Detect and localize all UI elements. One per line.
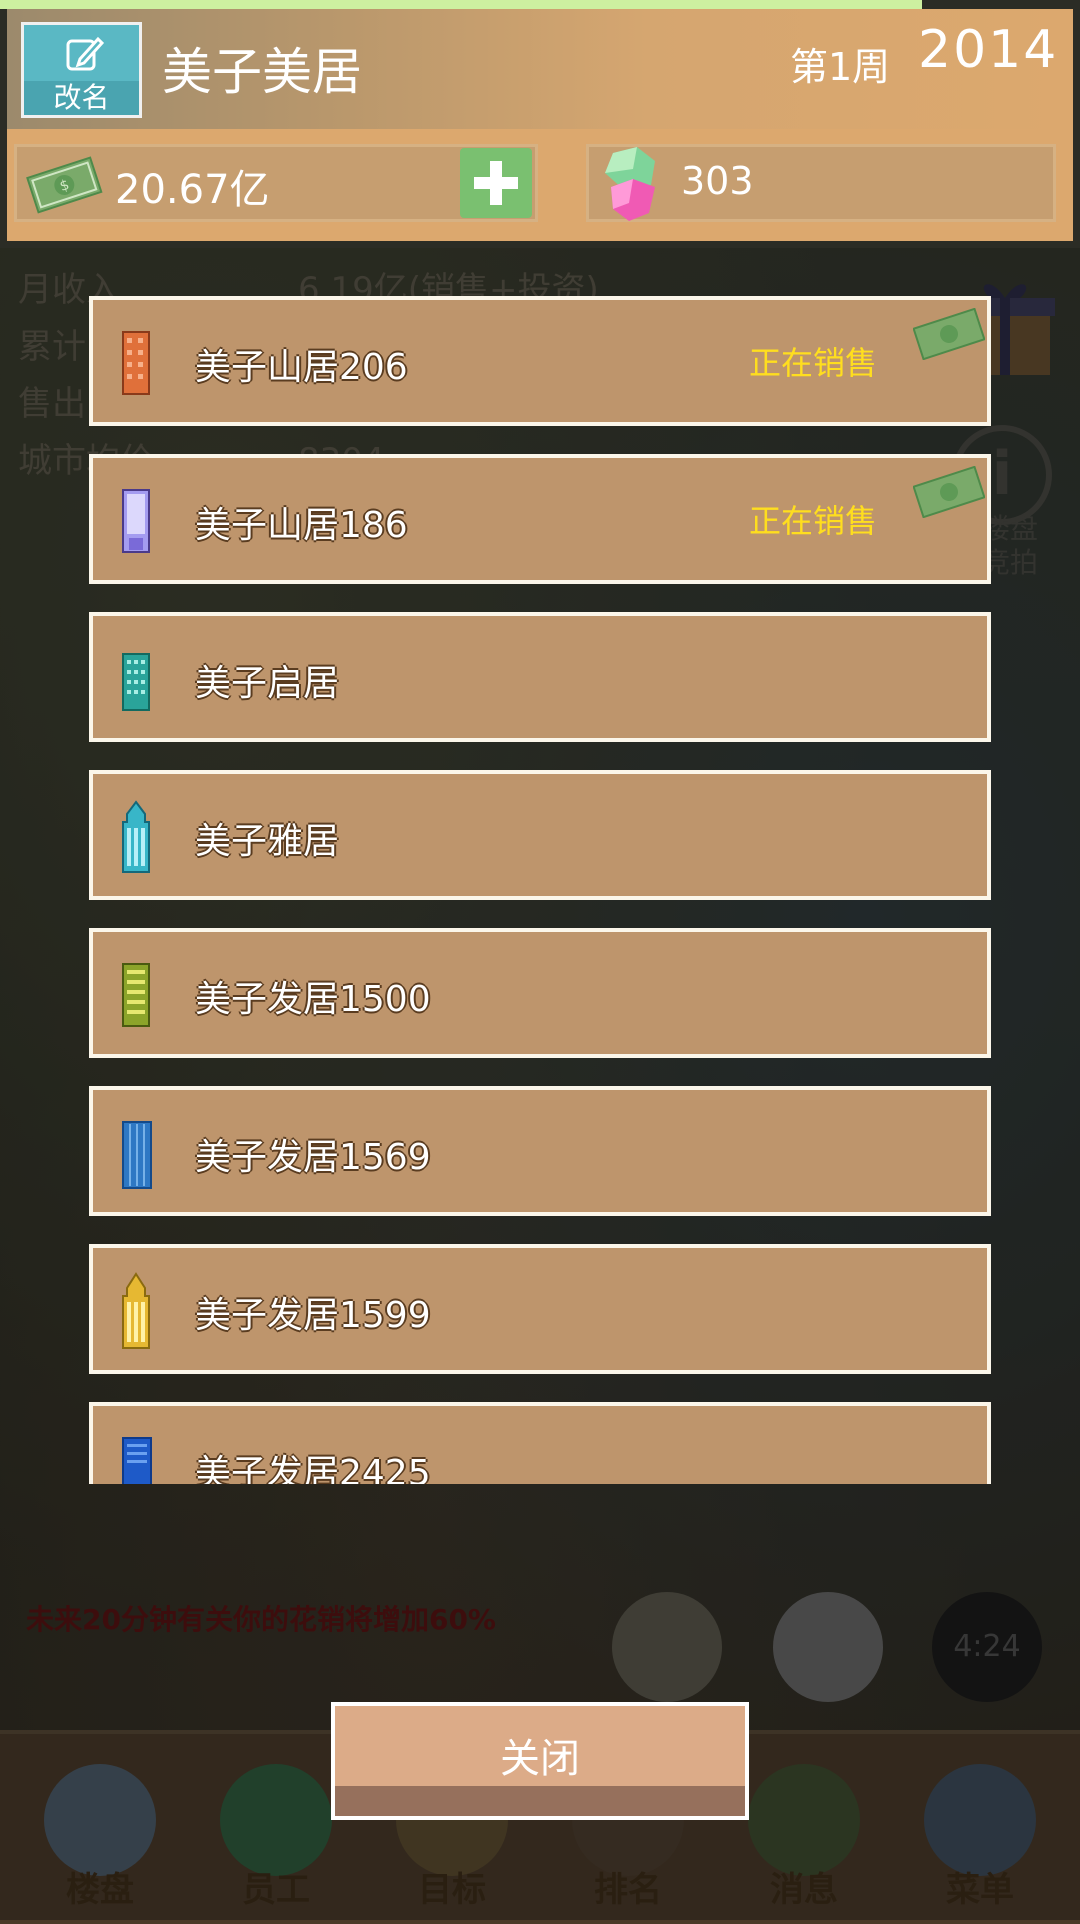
building-icon [122,1272,150,1349]
property-list: 美子山居206 正在销售 美子山居186 正在销售 美子启居 美子雅居 美子发居… [89,296,991,1484]
company-name: 美子美居 [162,43,362,101]
rename-button[interactable]: 改名 [21,22,142,118]
building-icon [122,331,150,395]
rename-label: 改名 [24,81,139,115]
cash-icon [913,308,985,360]
building-icon [122,800,150,873]
gem-display: 303 [586,144,1056,222]
property-item[interactable]: 美子山居206 正在销售 [89,296,991,426]
property-name: 美子发居1500 [195,979,431,1020]
edit-icon [66,36,104,71]
property-item[interactable]: 美子启居 [89,612,991,742]
property-item[interactable]: 美子发居1599 [89,1244,991,1374]
building-icon [122,653,150,711]
cash-icon [913,466,985,518]
button-shade [335,1786,745,1816]
property-name: 美子启居 [195,663,340,704]
property-item[interactable]: 美子雅居 [89,770,991,900]
property-name: 美子发居1599 [195,1295,431,1336]
property-item[interactable]: 美子山居186 正在销售 [89,454,991,584]
gem-value: 303 [681,159,754,203]
sale-status: 正在销售 [749,344,878,382]
property-name: 美子发居1569 [195,1137,431,1178]
property-item[interactable]: 美子发居1569 [89,1086,991,1216]
close-label: 关闭 [500,1736,580,1782]
building-icon [122,963,150,1027]
plus-icon [490,161,502,205]
building-icon [122,1437,152,1484]
progress-bar [0,0,922,9]
money-value: 20.67亿 [115,167,270,213]
week-indicator: 第1周 [790,45,891,89]
add-money-button[interactable] [460,148,532,218]
building-icon [122,489,150,553]
sale-status: 正在销售 [749,502,878,540]
gem-icon [605,147,655,221]
property-name: 美子山居206 [195,347,408,388]
building-icon [122,1121,152,1189]
cash-icon: $ [26,156,103,214]
property-item[interactable]: 美子发居2425 [89,1402,991,1484]
property-name: 美子山居186 [195,505,408,546]
property-name: 美子雅居 [195,821,340,862]
year-indicator: 2014 [918,20,1059,80]
property-name: 美子发居2425 [195,1453,431,1484]
close-button[interactable]: 关闭 [331,1702,749,1820]
property-item[interactable]: 美子发居1500 [89,928,991,1058]
